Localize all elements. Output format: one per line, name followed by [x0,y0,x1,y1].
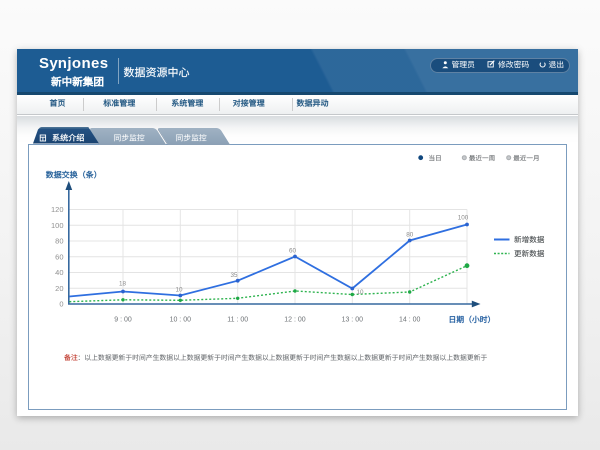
svg-text:18: 18 [119,281,127,288]
svg-text:9 : 00: 9 : 00 [114,317,132,324]
svg-text:10: 10 [175,287,183,294]
svg-text:10: 10 [357,289,365,296]
svg-text:12 : 00: 12 : 00 [284,317,306,324]
svg-text:20: 20 [55,284,63,293]
svg-text:120: 120 [51,205,64,214]
svg-text:40: 40 [55,268,63,277]
svg-text:14 : 00: 14 : 00 [399,317,421,324]
svg-text:11 : 00: 11 : 00 [227,317,248,324]
svg-text:35: 35 [230,272,238,279]
svg-text:13 : 00: 13 : 00 [342,317,364,324]
svg-text:0: 0 [59,300,63,309]
svg-text:80: 80 [55,237,63,246]
svg-text:60: 60 [289,248,297,255]
svg-text:10 : 00: 10 : 00 [170,317,192,324]
svg-text:80: 80 [406,231,414,238]
svg-text:100: 100 [51,221,64,230]
svg-text:60: 60 [55,252,63,261]
svg-text:100: 100 [458,215,469,222]
